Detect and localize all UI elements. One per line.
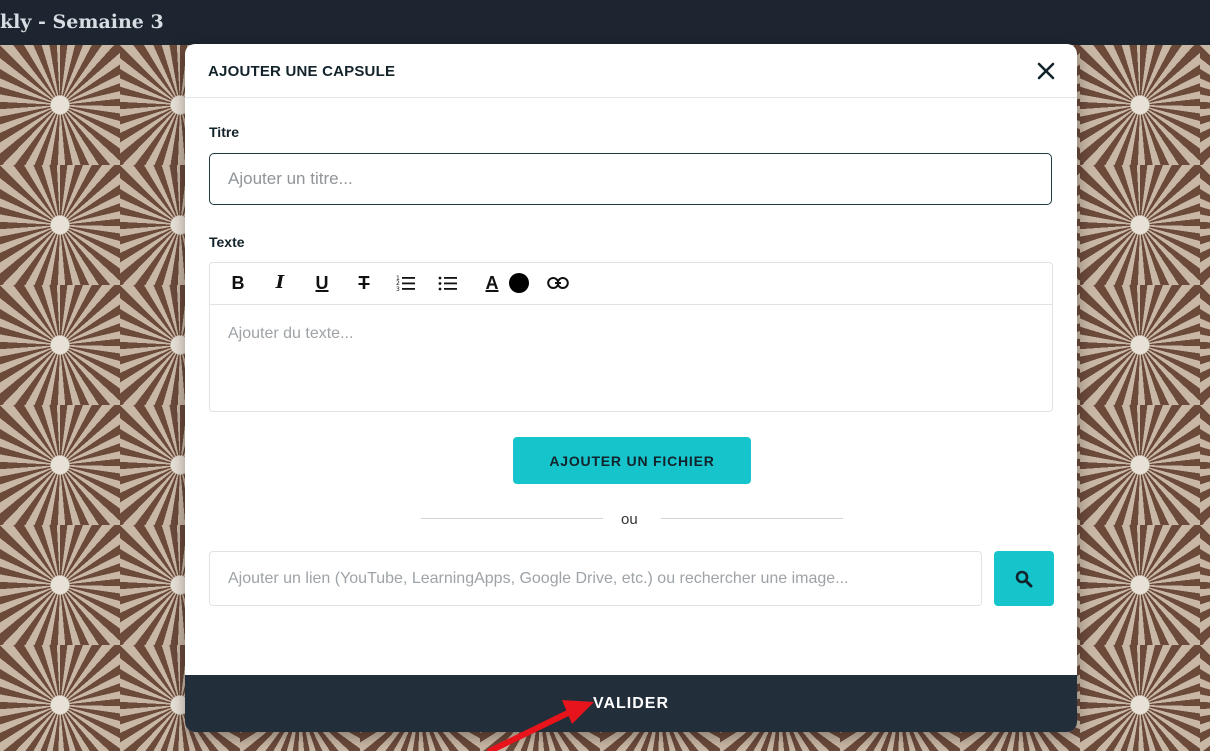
top-bar: kly - Semaine 3 <box>0 0 1210 45</box>
annotation-arrow-icon <box>487 700 594 751</box>
text-color-icon: A <box>485 273 499 293</box>
validate-label: VALIDER <box>592 694 670 712</box>
link-icon <box>547 277 569 289</box>
search-icon <box>1015 570 1033 587</box>
text-label: Texte <box>209 234 245 250</box>
italic-button[interactable]: I <box>268 271 292 295</box>
ordered-list-button[interactable]: 1 2 3 <box>394 271 418 295</box>
bullet-list-icon <box>438 276 457 291</box>
link-search-input[interactable] <box>209 551 982 606</box>
svg-text:3: 3 <box>396 286 400 292</box>
color-swatch-button[interactable] <box>507 271 531 295</box>
editor-text-area[interactable]: Ajouter du texte... <box>210 305 1052 411</box>
strikethrough-button[interactable]: T <box>352 271 376 295</box>
bold-icon: B <box>231 273 245 293</box>
strikethrough-icon: T <box>358 273 370 293</box>
editor-toolbar: B I U T 1 2 3 A <box>210 263 1052 305</box>
rich-text-editor: B I U T 1 2 3 A Ajouter du texte... <box>209 262 1053 412</box>
dialog-header: AJOUTER UNE CAPSULE <box>185 44 1077 98</box>
link-button[interactable] <box>546 271 570 295</box>
title-input[interactable] <box>209 153 1052 205</box>
editor-placeholder: Ajouter du texte... <box>228 325 354 342</box>
dialog-title: AJOUTER UNE CAPSULE <box>208 63 396 80</box>
separator-line-left <box>421 518 603 519</box>
bold-button[interactable]: B <box>226 271 250 295</box>
ordered-list-icon: 1 2 3 <box>396 275 415 292</box>
board-title: kly - Semaine 3 <box>0 11 164 33</box>
color-swatch-icon <box>509 273 529 293</box>
close-icon <box>1037 62 1055 80</box>
add-capsule-dialog: AJOUTER UNE CAPSULE Titre Texte B I U T <box>185 44 1077 732</box>
separator-line-right <box>661 518 843 519</box>
underline-button[interactable]: U <box>310 271 334 295</box>
separator-text: ou <box>621 511 638 528</box>
validate-button[interactable]: VALIDER <box>185 675 1077 732</box>
search-button[interactable] <box>994 551 1054 606</box>
underline-icon: U <box>315 273 329 293</box>
italic-icon: I <box>275 272 285 293</box>
add-file-button[interactable]: AJOUTER UN FICHIER <box>513 437 751 484</box>
text-color-button[interactable]: A <box>480 271 504 295</box>
close-button[interactable] <box>1031 56 1061 86</box>
title-label: Titre <box>209 124 240 140</box>
bullet-list-button[interactable] <box>436 271 460 295</box>
